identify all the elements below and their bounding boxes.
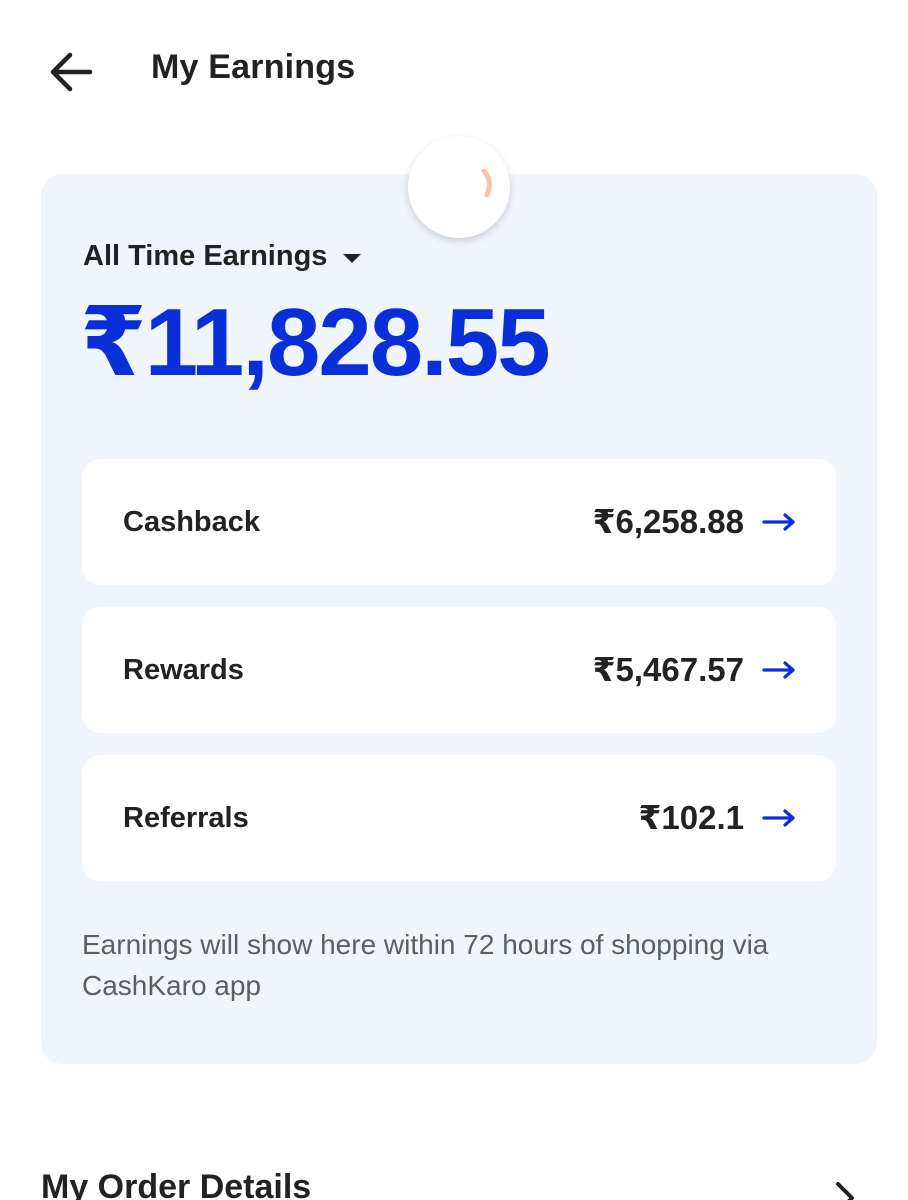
referrals-label: Referrals	[123, 802, 249, 834]
earnings-period-label: All Time Earnings	[83, 239, 328, 272]
referrals-row[interactable]: Referrals ₹102.1	[82, 755, 836, 881]
earnings-info-text: Earnings will show here within 72 hours …	[82, 929, 769, 1001]
order-details-title: My Order Details	[41, 1168, 312, 1200]
header: My Earnings	[0, 0, 908, 140]
arrow-right-icon	[762, 660, 796, 680]
loading-spinner-icon	[408, 136, 510, 238]
cashback-amount: ₹6,258.88	[592, 503, 744, 540]
rewards-row[interactable]: Rewards ₹5,467.57	[82, 607, 836, 733]
cashback-label: Cashback	[123, 506, 261, 538]
back-button[interactable]	[44, 46, 100, 98]
page-title: My Earnings	[151, 48, 356, 86]
cashback-row[interactable]: Cashback ₹6,258.88	[82, 459, 836, 585]
arrow-right-icon	[762, 808, 796, 828]
order-details-link[interactable]: My Order Details	[0, 1160, 908, 1200]
rewards-label: Rewards	[123, 654, 244, 686]
referrals-amount: ₹102.1	[638, 799, 744, 836]
rewards-amount: ₹5,467.57	[592, 651, 744, 688]
arrow-left-icon	[50, 52, 93, 92]
caret-down-icon	[343, 253, 362, 263]
chevron-right-icon	[832, 1178, 860, 1200]
total-earnings-amount: ₹11,828.55	[80, 289, 551, 396]
my-earnings-page: My Earnings All Time Earnings ₹11,828.55…	[0, 0, 908, 1200]
arrow-right-icon	[762, 512, 796, 532]
earnings-period-dropdown[interactable]: All Time Earnings	[83, 236, 362, 276]
